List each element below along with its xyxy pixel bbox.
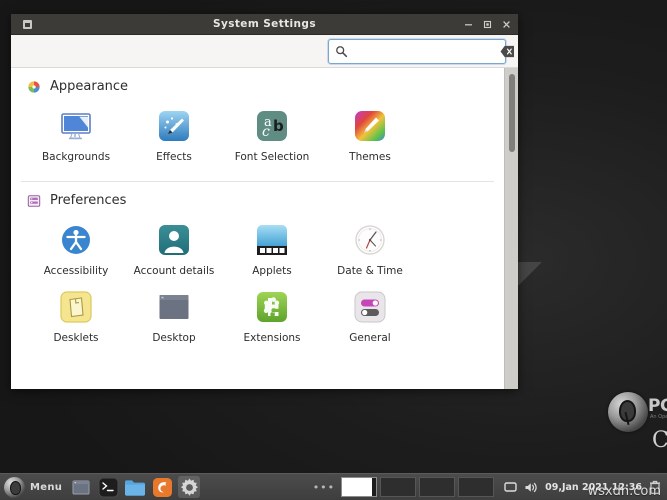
system-tray: 09,Jan 2021 12:36 (494, 480, 667, 494)
themes-brush-icon (352, 108, 388, 144)
settings-content-area: Appearance Backgrounds Effects a b c Fon… (11, 68, 518, 389)
wallpaper-logo-icon (608, 392, 648, 432)
settings-item-label: Font Selection (234, 151, 310, 163)
window-button-3[interactable] (458, 477, 495, 497)
section-header-appearance: Appearance (11, 68, 504, 98)
settings-item-label: General (349, 332, 391, 344)
search-box[interactable] (328, 38, 514, 64)
window-menu-icon[interactable] (23, 20, 32, 29)
settings-item-date-time[interactable]: Date & Time (321, 218, 419, 285)
clear-text-icon[interactable] (500, 45, 515, 58)
grid-preferences: Accessibility Account details Applets Da… (27, 212, 504, 362)
settings-item-label: Desklets (53, 332, 99, 344)
window-button-active[interactable] (341, 477, 378, 497)
scrollbar-thumb[interactable] (509, 74, 515, 152)
wallpaper-script-text: Cs (652, 428, 667, 453)
settings-item-effects[interactable]: Effects (125, 104, 223, 171)
search-icon (336, 45, 348, 57)
accessibility-person-icon (58, 222, 94, 258)
section-preferences: Preferences Accessibility Account detail… (11, 182, 504, 362)
account-details-user-icon (156, 222, 192, 258)
volume-tray-icon[interactable] (524, 481, 538, 494)
settings-item-label: Backgrounds (41, 151, 111, 163)
wallpaper-sub-text: An Open Source Operating System (650, 414, 667, 420)
window-controls (460, 14, 514, 35)
svg-text:c: c (262, 124, 270, 140)
window-button-2[interactable] (419, 477, 456, 497)
settings-item-desktop[interactable]: Desktop (125, 285, 223, 352)
appearance-palette-icon (28, 80, 40, 93)
settings-scroll-content: Appearance Backgrounds Effects a b c Fon… (11, 68, 504, 389)
window-toolbar (11, 35, 518, 68)
desklets-note-icon (58, 289, 94, 325)
window-title: System Settings (213, 18, 316, 30)
terminal-launcher-icon[interactable] (97, 476, 119, 498)
section-appearance: Appearance Backgrounds Effects a b c Fon… (11, 68, 504, 181)
date-time-clock-icon (352, 222, 388, 258)
taskbar-clock[interactable]: 09,Jan 2021 12:36 (545, 482, 642, 493)
launcher-bar (70, 476, 201, 498)
settings-item-themes[interactable]: Themes (321, 104, 419, 171)
settings-item-applets[interactable]: Applets (223, 218, 321, 285)
svg-text:b: b (273, 117, 284, 135)
general-toggles-icon (352, 289, 388, 325)
minimize-icon[interactable] (460, 17, 476, 33)
vertical-scrollbar[interactable] (504, 68, 518, 389)
settings-item-desklets[interactable]: Desklets (27, 285, 125, 352)
window-list-launcher-icon[interactable] (70, 476, 92, 498)
settings-item-label: Extensions (243, 332, 301, 344)
section-title-preferences: Preferences (50, 193, 127, 208)
search-input[interactable] (353, 44, 500, 58)
section-header-preferences: Preferences (11, 182, 504, 212)
window-list (341, 477, 495, 497)
settings-item-font-selection[interactable]: a b c Font Selection (223, 104, 321, 171)
settings-item-label: Desktop (152, 332, 196, 344)
wallpaper-logo-text: PC (648, 396, 667, 416)
display-tray-icon[interactable] (504, 481, 517, 493)
section-title-appearance: Appearance (50, 79, 129, 94)
settings-item-accessibility[interactable]: Accessibility (27, 218, 125, 285)
settings-item-backgrounds[interactable]: Backgrounds (27, 104, 125, 171)
maximize-icon[interactable] (479, 17, 495, 33)
firefox-launcher-icon[interactable] (151, 476, 173, 498)
desktop-window-icon (156, 289, 192, 325)
window-button-1[interactable] (380, 477, 417, 497)
settings-item-label: Account details (133, 265, 215, 277)
start-menu-button[interactable]: Menu (0, 474, 70, 500)
settings-item-label: Applets (252, 265, 292, 277)
close-icon[interactable] (498, 17, 514, 33)
start-menu-orb-icon (4, 476, 25, 498)
settings-item-label: Date & Time (337, 265, 403, 277)
file-manager-launcher-icon[interactable] (124, 476, 146, 498)
grid-appearance: Backgrounds Effects a b c Font Selection… (27, 98, 504, 181)
settings-item-label: Accessibility (43, 265, 109, 277)
overflow-dots-icon[interactable]: ••• (307, 481, 341, 494)
extensions-puzzle-icon (254, 289, 290, 325)
settings-item-extensions[interactable]: Extensions (223, 285, 321, 352)
settings-item-label: Themes (349, 151, 391, 163)
settings-item-label: Effects (156, 151, 192, 163)
settings-item-general[interactable]: General (321, 285, 419, 352)
effects-wand-icon (156, 108, 192, 144)
backgrounds-monitor-icon (58, 108, 94, 144)
trash-tray-icon[interactable] (649, 480, 661, 494)
settings-launcher-icon[interactable] (178, 476, 201, 498)
settings-item-account-details[interactable]: Account details (125, 218, 223, 285)
start-menu-label: Menu (30, 481, 63, 493)
preferences-drawer-icon (27, 194, 41, 207)
window-titlebar[interactable]: System Settings (11, 14, 518, 35)
system-settings-window[interactable]: System Settings Appearance Backgrounds E… (11, 14, 518, 389)
font-selection-abc-icon: a b c (254, 108, 290, 144)
applets-panel-icon (254, 222, 290, 258)
taskbar: Menu ••• 09,Jan 2021 12:36 (0, 473, 667, 500)
